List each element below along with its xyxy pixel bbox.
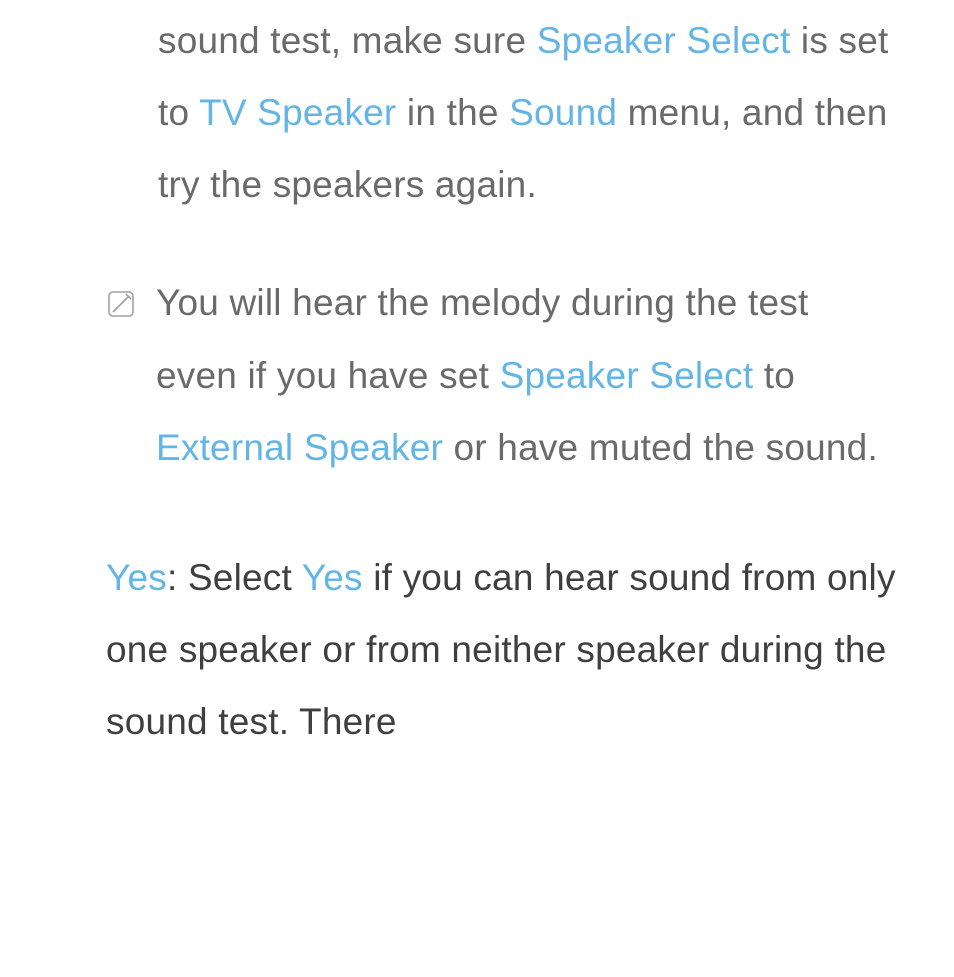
text-fragment: to: [753, 355, 795, 396]
term-yes: Yes: [302, 557, 363, 598]
text-fragment: or have muted the sound.: [443, 427, 878, 468]
paragraph-speaker-select-note: sound test, make sure Speaker Select is …: [0, 0, 954, 221]
manual-page: sound test, make sure Speaker Select is …: [0, 0, 954, 758]
note-text: You will hear the melody during the test…: [156, 267, 894, 483]
term-sound: Sound: [509, 92, 617, 133]
term-speaker-select: Speaker Select: [537, 20, 791, 61]
term-external-speaker: External Speaker: [156, 427, 443, 468]
text-fragment: in the: [396, 92, 509, 133]
term-tv-speaker: TV Speaker: [199, 92, 396, 133]
text-fragment: sound test, make sure: [158, 20, 537, 61]
note-block: You will hear the melody during the test…: [0, 267, 954, 483]
term-yes: Yes: [106, 557, 167, 598]
note-icon: [106, 289, 136, 319]
text-fragment: : Select: [167, 557, 302, 598]
paragraph-yes-option: Yes: Select Yes if you can hear sound fr…: [0, 542, 954, 758]
term-speaker-select: Speaker Select: [500, 355, 754, 396]
